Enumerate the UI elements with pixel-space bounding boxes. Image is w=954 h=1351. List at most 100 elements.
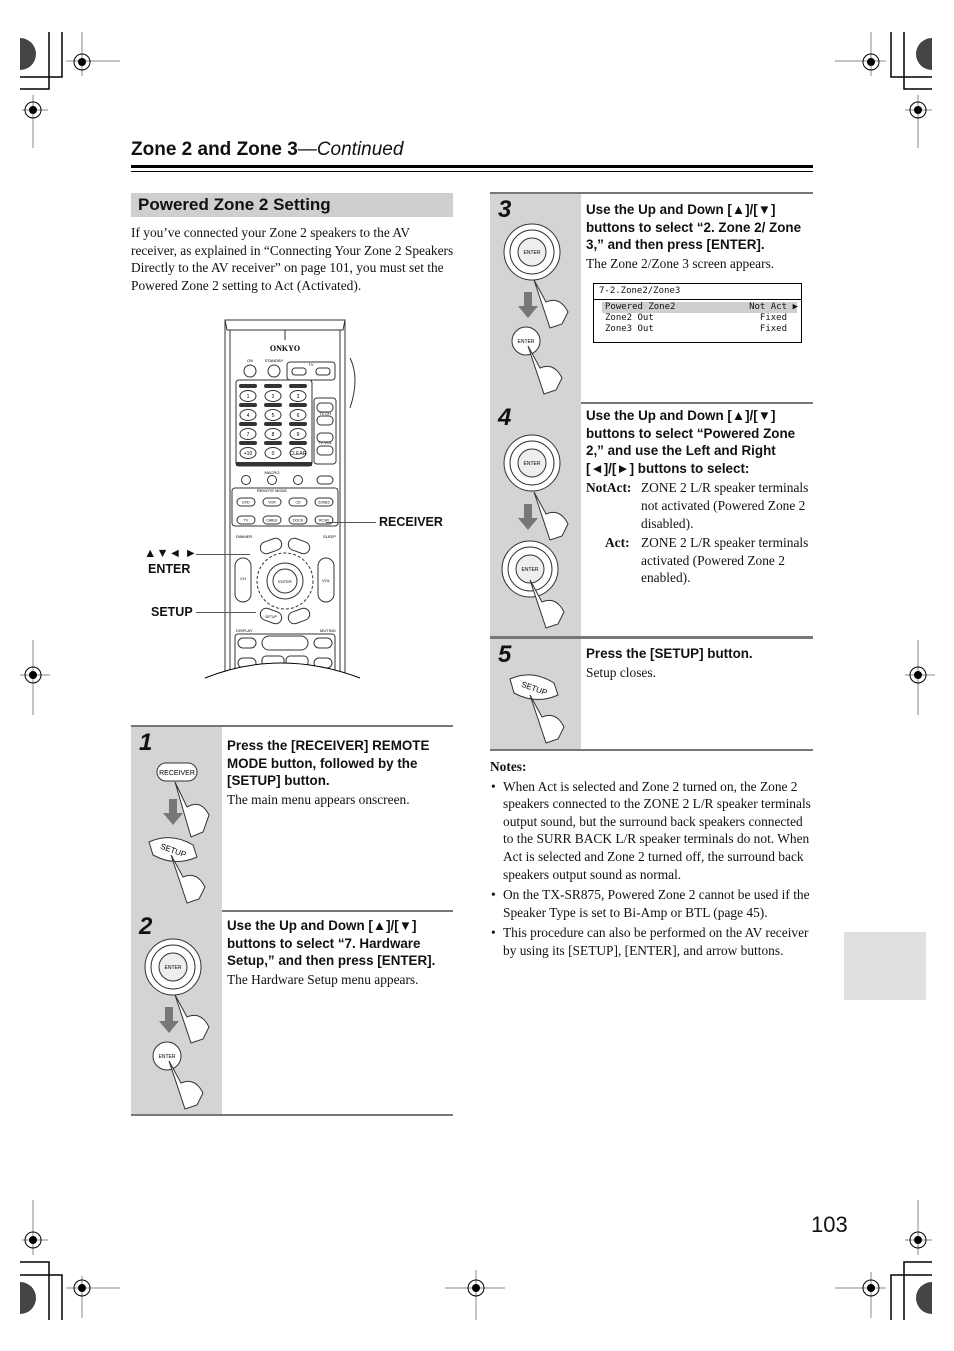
step-1: 1 RECEIVER SETUP Press the [RECEIVER] RE…	[131, 725, 453, 912]
screen-title: 7-2.Zone2/Zone3	[599, 286, 681, 296]
svg-text:ON: ON	[247, 358, 253, 363]
remote-on-button	[243, 364, 257, 378]
pressing-hand-icon	[174, 994, 210, 1044]
header-rule-thin	[131, 171, 813, 172]
svg-text:0: 0	[272, 451, 275, 457]
note-item: When Act is selected and Zone 2 turned o…	[490, 778, 814, 884]
header-continued: —Continued	[297, 139, 404, 160]
svg-text:DISPLAY: DISPLAY	[236, 628, 253, 633]
svg-text:MACRO: MACRO	[265, 470, 280, 475]
svg-text:MUTING: MUTING	[320, 628, 336, 633]
option-notact: NotAct: ZONE 2 L/R speaker terminals not…	[586, 480, 809, 531]
header-title-text: Zone 2 and Zone 3	[131, 139, 298, 160]
step-2-illustration: 2 ENTER ENTER	[131, 909, 222, 1114]
svg-text:7: 7	[247, 432, 250, 438]
step-1-illustration: 1 RECEIVER SETUP	[131, 727, 222, 910]
note-item: On the TX-SR875, Powered Zone 2 cannot b…	[490, 886, 814, 921]
svg-text:STANDBY: STANDBY	[265, 358, 284, 363]
step-3-illustration: 3 ENTER ENTER	[490, 194, 581, 402]
svg-text:DOCK: DOCK	[293, 519, 304, 523]
callout-enter: ENTER	[148, 562, 191, 576]
svg-text:CD: CD	[295, 501, 301, 505]
step-4: 4 ENTER ENTER Use the Up and Down [▲]/[▼…	[490, 400, 813, 638]
callout-line-arrows	[196, 554, 250, 555]
step-1-instruction: Press the [RECEIVER] REMOTE MODE button,…	[227, 737, 457, 809]
svg-text:DIMMER: DIMMER	[236, 534, 252, 539]
callout-line-receiver	[326, 522, 376, 523]
pressing-hand-icon	[174, 781, 210, 838]
down-arrow-icon	[163, 799, 183, 825]
svg-text:ENTER: ENTER	[522, 567, 539, 573]
svg-text:ENTER: ENTER	[165, 965, 182, 971]
step-4-illustration: 4 ENTER ENTER	[490, 400, 581, 636]
svg-text:3: 3	[297, 394, 300, 400]
down-arrow-icon	[518, 504, 538, 530]
svg-text:ENTER: ENTER	[278, 579, 292, 584]
remote-standby-button	[267, 364, 281, 378]
svg-text:ZONE2: ZONE2	[318, 501, 330, 505]
page-header-title: Zone 2 and Zone 3—Continued	[131, 139, 403, 161]
right-triangle-icon: ▶	[792, 302, 798, 312]
svg-text:+10: +10	[244, 451, 253, 457]
notes-heading: Notes:	[490, 759, 527, 774]
pressing-hand-icon	[533, 491, 569, 541]
callout-setup: SETUP	[151, 605, 193, 619]
svg-text:CABLE: CABLE	[266, 519, 278, 523]
section-heading-text: Powered Zone 2 Setting	[138, 195, 331, 214]
svg-text:CH: CH	[240, 576, 246, 581]
section-heading: Powered Zone 2 Setting	[131, 193, 453, 217]
callout-line-setup	[196, 612, 256, 613]
step-3: 3 ENTER ENTER Use the Up and Down [▲]/[▼…	[490, 192, 813, 404]
svg-text:DVD: DVD	[242, 501, 250, 505]
svg-text:VOL: VOL	[322, 578, 331, 583]
svg-text:REMOTE MODE: REMOTE MODE	[257, 488, 288, 493]
step-2-description: The Hardware Setup menu appears.	[227, 971, 419, 987]
screen-row-zone3-out: Zone3 Out Fixed	[605, 324, 787, 334]
svg-text:4: 4	[247, 413, 250, 419]
step-2-instruction: Use the Up and Down [▲]/[▼] buttons to s…	[227, 917, 457, 989]
screen-row-zone2-out: Zone2 Out Fixed	[605, 313, 787, 323]
svg-text:SETUP: SETUP	[265, 615, 277, 619]
page-number: 103	[811, 1212, 848, 1237]
pressing-hand-icon	[170, 854, 206, 904]
header-rule	[131, 165, 813, 168]
svg-text:RECEIVER: RECEIVER	[159, 770, 195, 777]
svg-text:1: 1	[247, 394, 250, 400]
svg-text:9: 9	[297, 432, 300, 438]
pressing-hand-icon	[533, 279, 569, 329]
notes-section: Notes: When Act is selected and Zone 2 t…	[490, 758, 814, 963]
svg-text:8: 8	[272, 432, 275, 438]
svg-text:TV: TV	[244, 519, 249, 523]
step-5: 5 SETUP Press the [SETUP] button. Setup …	[490, 637, 813, 751]
svg-text:TV VOL: TV VOL	[318, 440, 333, 445]
callout-receiver: RECEIVER	[379, 515, 443, 529]
down-arrow-icon	[518, 292, 538, 318]
svg-text:TV CH: TV CH	[319, 411, 331, 416]
remote-control-illustration: ONKYO ON STANDBY TV 1 2 3 4 5 6 7 8 9 +10 0 CLEAR T…	[200, 319, 370, 698]
svg-text:6: 6	[297, 413, 300, 419]
svg-text:ENTER: ENTER	[159, 1054, 176, 1060]
step-5-illustration: 5 SETUP	[490, 639, 581, 749]
step-4-instruction: Use the Up and Down [▲]/[▼] buttons to s…	[586, 407, 811, 587]
step-5-instruction: Press the [SETUP] button. Setup closes.	[586, 645, 816, 682]
option-act: Act: ZONE 2 L/R speaker terminals activa…	[605, 535, 809, 586]
svg-text:TV: TV	[308, 362, 313, 367]
down-arrow-icon	[159, 1007, 179, 1033]
svg-text:ENTER: ENTER	[518, 339, 535, 345]
svg-text:ENTER: ENTER	[524, 461, 541, 467]
step-3-instruction: Use the Up and Down [▲]/[▼] buttons to s…	[586, 201, 816, 273]
step-1-description: The main menu appears onscreen.	[227, 791, 410, 807]
intro-paragraph: If you’ve connected your Zone 2 speakers…	[131, 225, 454, 293]
note-item: This procedure can also be performed on …	[490, 924, 814, 959]
zone-screen-display: 7-2.Zone2/Zone3 Powered Zone2 ◀ Not Act …	[593, 283, 802, 343]
svg-text:VCR: VCR	[268, 501, 276, 505]
side-thumb-tab	[844, 932, 926, 1000]
remote-mode-buttons: DVD VCR CD ZONE2TV CABLE DOCK RCVR	[236, 497, 334, 525]
callout-arrows: ▲▼◄ ►	[144, 546, 197, 560]
svg-text:SLEEP: SLEEP	[323, 534, 336, 539]
notes-list: When Act is selected and Zone 2 turned o…	[490, 778, 814, 960]
screen-row-powered-zone2: Powered Zone2 ◀ Not Act ▶	[602, 302, 798, 313]
svg-text:CLEAR: CLEAR	[290, 451, 307, 457]
svg-text:ENTER: ENTER	[524, 250, 541, 256]
step-3-description: The Zone 2/Zone 3 screen appears.	[586, 255, 775, 271]
